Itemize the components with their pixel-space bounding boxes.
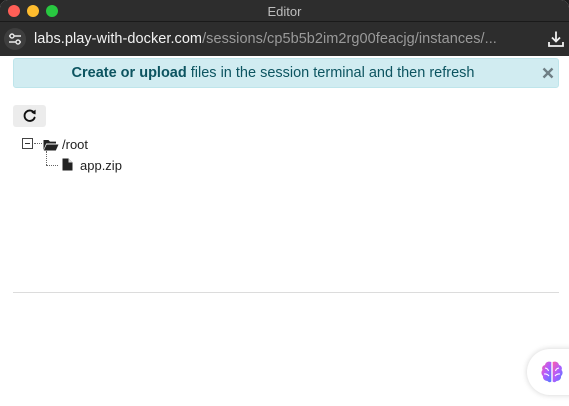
alert-bold-text: Create or upload	[71, 65, 187, 81]
assistant-button[interactable]	[527, 349, 569, 395]
tree-connector	[34, 143, 42, 144]
tree-root-label[interactable]: /root	[62, 137, 88, 152]
file-icon	[62, 158, 73, 176]
address-bar: labs.play-with-docker.com/sessions/cp5b5…	[0, 22, 569, 56]
site-settings-icon[interactable]	[4, 28, 26, 50]
editor-window: Editor labs.play-with-docker.com/session…	[0, 0, 569, 406]
window-title: Editor	[267, 4, 302, 19]
file-tree: /root app.zip	[22, 136, 322, 176]
info-alert: Create or upload files in the session te…	[13, 58, 559, 88]
url-path: /sessions/cp5b5b2im2rg00feacjg/instances…	[202, 31, 497, 47]
refresh-button[interactable]	[13, 105, 46, 127]
title-bar: Editor	[0, 0, 569, 22]
url-text[interactable]: labs.play-with-docker.com/sessions/cp5b5…	[34, 31, 497, 47]
close-icon[interactable]	[541, 66, 555, 80]
tree-connector	[46, 165, 58, 166]
url-host: labs.play-with-docker.com	[34, 31, 203, 47]
tree-connector	[46, 151, 47, 165]
download-icon[interactable]	[547, 30, 565, 48]
alert-message: Create or upload files in the session te…	[14, 65, 532, 81]
collapse-toggle-icon[interactable]	[22, 138, 33, 149]
tree-file-label[interactable]: app.zip	[80, 158, 122, 173]
divider	[13, 292, 559, 293]
alert-text: files in the session terminal and then r…	[186, 65, 475, 81]
